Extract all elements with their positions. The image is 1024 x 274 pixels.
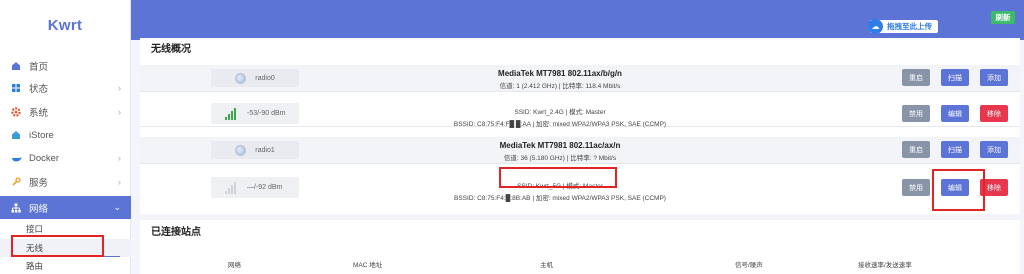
refresh-button[interactable]: 刷新 (991, 11, 1015, 24)
chevron-right-icon: › (118, 83, 121, 93)
upload-button[interactable]: ☁ 拖拽至此上传 (868, 19, 938, 34)
sidebar-sub-interfaces[interactable]: 接口 (0, 220, 131, 238)
wifi-device-icon (235, 72, 247, 84)
radio-info: MediaTek MT7981 802.11ac/ax/n 信道: 36 (5.… (499, 141, 621, 162)
sidebar-item-label: 系统 (29, 108, 49, 119)
network-info: SSID: Kwrt_5G | 模式: Master BSSID: C8:75:… (454, 183, 666, 202)
radio-info: MediaTek MT7981 802.11ax/b/g/n 信道: 1 (2.… (498, 69, 622, 90)
scan-button[interactable]: 扫描 (941, 141, 969, 158)
sidebar-item-label: iStore (29, 129, 54, 141)
upload-label: 拖拽至此上传 (887, 22, 932, 31)
sidebar-item-system[interactable]: 系统 › (0, 101, 131, 123)
sidebar-item-network[interactable]: 网络 ⌄ (0, 196, 131, 219)
remove-button[interactable]: 移除 (980, 105, 1008, 122)
edit-button[interactable]: 编辑 (941, 179, 969, 196)
column-header: 信号/噪声 (735, 262, 763, 269)
store-icon (10, 129, 22, 141)
sidebar-sub-wireless[interactable]: 无线 (0, 239, 131, 257)
add-button[interactable]: 添加 (980, 69, 1008, 86)
wifi-device-icon (235, 144, 247, 156)
gear-icon (10, 106, 22, 118)
docker-icon (10, 152, 22, 164)
sidebar-item-status[interactable]: 状态 › (0, 77, 131, 99)
sidebar-item-label: 状态 (29, 84, 49, 95)
signal-strength-icon (225, 181, 237, 194)
disable-button[interactable]: 禁用 (902, 179, 930, 196)
signal-strength-icon (225, 107, 237, 120)
restart-button[interactable]: 重启 (902, 69, 930, 86)
status-icon (10, 82, 22, 94)
network-icon (10, 202, 22, 214)
column-header: 主机 (540, 262, 553, 269)
sidebar-item-docker[interactable]: Docker › (0, 147, 131, 169)
network-info: SSID: Kwrt_2.4G | 模式: Master BSSID: C8:7… (453, 109, 667, 128)
sidebar-sub-routes[interactable]: 路由 (0, 257, 131, 274)
column-header: MAC 地址 (353, 262, 383, 269)
services-icon (10, 176, 22, 188)
sidebar: Kwrt 首页 状态 › 系统 › iStore Docker › 服务 › 网… (0, 0, 131, 274)
radio-row: radio0 MediaTek MT7981 802.11ax/b/g/n 信道… (140, 65, 1020, 92)
signal-chip: -53/-90 dBm (211, 103, 299, 124)
edit-button[interactable]: 编辑 (941, 105, 969, 122)
chevron-right-icon: › (118, 153, 121, 163)
remove-button[interactable]: 移除 (980, 179, 1008, 196)
sidebar-item-label: Docker (29, 152, 60, 164)
chevron-down-icon: ⌄ (113, 202, 121, 212)
logo: Kwrt (47, 16, 83, 34)
add-button[interactable]: 添加 (980, 141, 1008, 158)
scan-button[interactable]: 扫描 (941, 69, 969, 86)
radio-device-chip: radio1 (211, 141, 299, 159)
column-header: 接收速率/发送速率 (858, 262, 912, 269)
network-row: -53/-90 dBm SSID: Kwrt_2.4G | 模式: Master… (140, 100, 1020, 128)
sidebar-item-label: 服务 (29, 178, 49, 189)
cloud-upload-icon: ☁ (868, 19, 883, 34)
home-icon (10, 60, 22, 72)
sidebar-item-label: 首页 (29, 62, 49, 73)
radio-device-chip: radio0 (211, 69, 299, 87)
column-header: 网络 (228, 262, 241, 269)
signal-chip: —/-92 dBm (211, 177, 299, 198)
radio-row: radio1 MediaTek MT7981 802.11ac/ax/n 信道:… (140, 137, 1020, 164)
sidebar-item-istore[interactable]: iStore (0, 124, 131, 146)
panel-title: 无线概况 (151, 43, 191, 55)
panel-title: 已连接站点 (151, 226, 201, 238)
restart-button[interactable]: 重启 (902, 141, 930, 158)
network-row: —/-92 dBm SSID: Kwrt_5G | 模式: Master BSS… (140, 174, 1020, 202)
sidebar-item-label: 网络 (29, 203, 49, 215)
sidebar-item-home[interactable]: 首页 (0, 55, 131, 77)
sidebar-item-services[interactable]: 服务 › (0, 171, 131, 193)
wireless-overview-panel: 无线概况 radio0 MediaTek MT7981 802.11ax/b/g… (140, 38, 1020, 214)
disable-button[interactable]: 禁用 (902, 105, 930, 122)
chevron-right-icon: › (118, 177, 121, 187)
chevron-right-icon: › (118, 107, 121, 117)
